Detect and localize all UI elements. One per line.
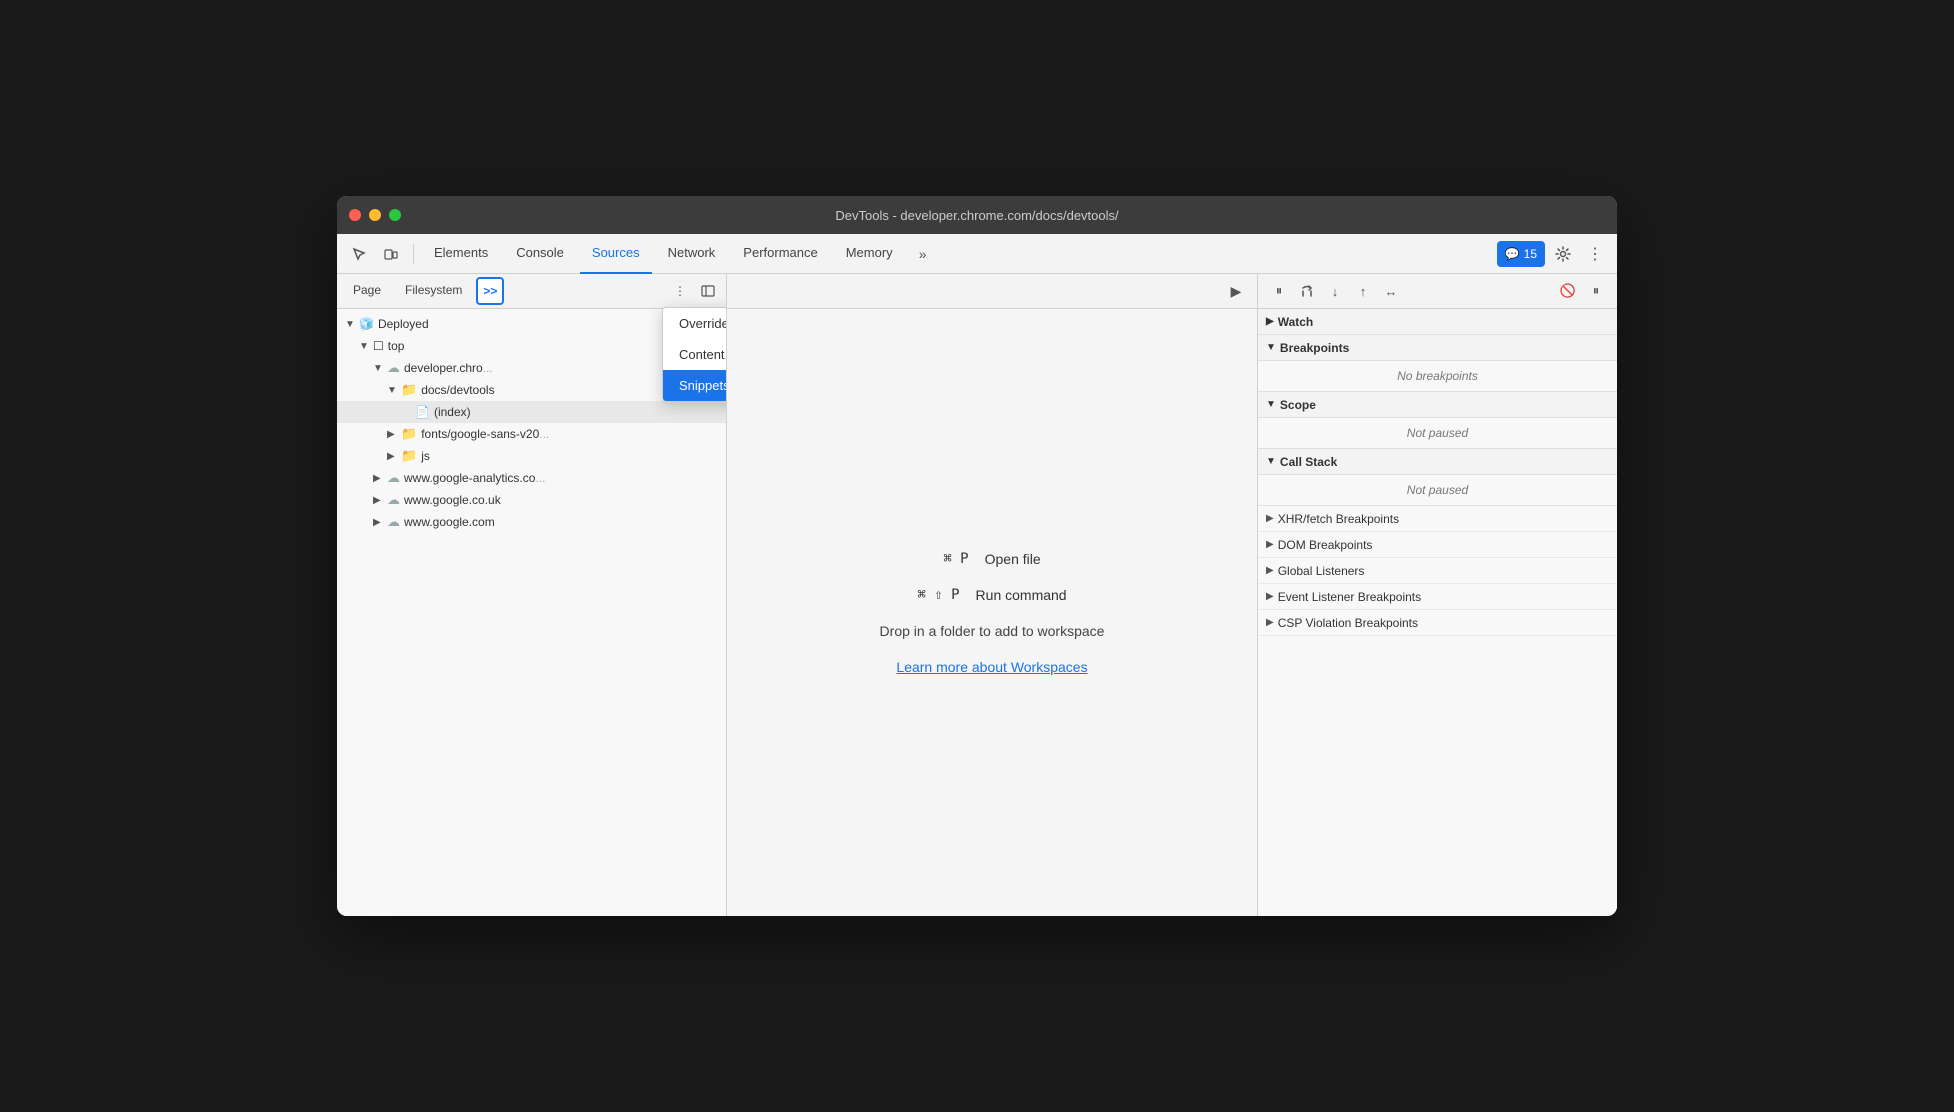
right-toolbar: ⏸ ↓ ↑ bbox=[1258, 274, 1617, 309]
sources-tabs: Page Filesystem >> Overrides Co bbox=[337, 274, 726, 309]
dropdown-item-snippets[interactable]: Snippets bbox=[663, 370, 727, 401]
center-content: ⌘ P Open file ⌘ ⇧ P Run command Drop in … bbox=[727, 309, 1257, 916]
shortcut-label-1: Open file bbox=[985, 551, 1041, 567]
section-header-call-stack[interactable]: ▼ Call Stack bbox=[1258, 449, 1617, 475]
toolbar-divider-1 bbox=[413, 244, 414, 264]
section-content-breakpoints: No breakpoints bbox=[1258, 361, 1617, 392]
cloud-icon-2: ☁ bbox=[387, 470, 400, 486]
tab-sources[interactable]: Sources bbox=[580, 234, 652, 274]
tree-item-js[interactable]: ▶ 📁 js bbox=[337, 445, 726, 467]
section-content-scope: Not paused bbox=[1258, 418, 1617, 449]
cube-icon: 🧊 bbox=[359, 317, 374, 331]
step-over-button[interactable] bbox=[1294, 278, 1320, 304]
section-item-global-listeners[interactable]: ▶ Global Listeners bbox=[1258, 558, 1617, 584]
tab-network[interactable]: Network bbox=[656, 234, 728, 274]
shortcut-run-command: ⌘ ⇧ P Run command bbox=[917, 587, 1066, 603]
pause-resume-button[interactable]: ⏸ bbox=[1266, 278, 1292, 304]
tab-performance[interactable]: Performance bbox=[731, 234, 829, 274]
right-panel: ⏸ ↓ ↑ bbox=[1257, 274, 1617, 916]
tab-console[interactable]: Console bbox=[504, 234, 576, 274]
source-more-button[interactable]: >> bbox=[476, 277, 504, 305]
tree-item-fonts[interactable]: ▶ 📁 fonts/google-sans-v20... bbox=[337, 423, 726, 445]
section-content-call-stack: Not paused bbox=[1258, 475, 1617, 506]
notification-icon: 💬 bbox=[1505, 247, 1520, 261]
customize-button[interactable]: ⋮ bbox=[1581, 240, 1609, 268]
notification-button[interactable]: 💬 15 bbox=[1497, 241, 1545, 267]
source-tab-page[interactable]: Page bbox=[343, 274, 391, 309]
inspect-element-button[interactable] bbox=[345, 240, 373, 268]
center-panel: ▶ ⌘ P Open file ⌘ ⇧ P Run command Drop i… bbox=[727, 274, 1257, 916]
shortcut-label-2: Run command bbox=[976, 587, 1067, 603]
section-item-csp-violation[interactable]: ▶ CSP Violation Breakpoints bbox=[1258, 610, 1617, 636]
workspace-link[interactable]: Learn more about Workspaces bbox=[896, 659, 1087, 675]
left-panel: Page Filesystem >> Overrides Co bbox=[337, 274, 727, 916]
section-item-dom-breakpoints[interactable]: ▶ DOM Breakpoints bbox=[1258, 532, 1617, 558]
deactivate-breakpoints-button[interactable]: 🚫 bbox=[1555, 278, 1581, 304]
settings-button[interactable] bbox=[1549, 240, 1577, 268]
section-header-scope[interactable]: ▼ Scope bbox=[1258, 392, 1617, 418]
shortcut-key-1: ⌘ P bbox=[943, 551, 968, 567]
section-item-event-listener[interactable]: ▶ Event Listener Breakpoints bbox=[1258, 584, 1617, 610]
tree-item-google-analytics[interactable]: ▶ ☁ www.google-analytics.co... bbox=[337, 467, 726, 489]
tree-item-google-co-uk[interactable]: ▶ ☁ www.google.co.uk bbox=[337, 489, 726, 511]
sync-button[interactable]: ⋮ bbox=[668, 279, 692, 303]
maximize-button[interactable] bbox=[389, 209, 401, 221]
sources-tabs-icons: ⋮ bbox=[668, 279, 720, 303]
tab-elements[interactable]: Elements bbox=[422, 234, 500, 274]
folder-icon-1: 📁 bbox=[401, 382, 417, 398]
tree-item-index[interactable]: 📄 (index) bbox=[337, 401, 726, 423]
section-header-breakpoints[interactable]: ▼ Breakpoints bbox=[1258, 335, 1617, 361]
folder-icon-2: 📁 bbox=[401, 426, 417, 442]
traffic-lights bbox=[349, 209, 401, 221]
cloud-icon-3: ☁ bbox=[387, 492, 400, 508]
top-toolbar-right: 💬 15 ⋮ bbox=[1497, 240, 1609, 268]
drop-text: Drop in a folder to add to workspace bbox=[880, 623, 1105, 639]
dropdown-item-content-scripts[interactable]: Content scripts bbox=[663, 339, 727, 370]
center-toolbar: ▶ bbox=[727, 274, 1257, 309]
main-content: Page Filesystem >> Overrides Co bbox=[337, 274, 1617, 916]
more-tabs-button[interactable]: » bbox=[909, 240, 937, 268]
section-header-watch[interactable]: ▶ Watch bbox=[1258, 309, 1617, 335]
step-button[interactable]: ↔ bbox=[1378, 278, 1404, 304]
hide-navigator-button[interactable] bbox=[696, 279, 720, 303]
device-toolbar-button[interactable] bbox=[377, 240, 405, 268]
cloud-icon-4: ☁ bbox=[387, 514, 400, 530]
tab-memory[interactable]: Memory bbox=[834, 234, 905, 274]
dont-pause-exceptions-button[interactable]: ⏸ bbox=[1583, 278, 1609, 304]
square-icon: ☐ bbox=[373, 339, 384, 353]
folder-icon-3: 📁 bbox=[401, 448, 417, 464]
file-icon-1: 📄 bbox=[415, 405, 430, 419]
devtools-body: Elements Console Sources Network Perform… bbox=[337, 234, 1617, 916]
tree-item-google-com[interactable]: ▶ ☁ www.google.com bbox=[337, 511, 726, 533]
section-item-xhr-fetch[interactable]: ▶ XHR/fetch Breakpoints bbox=[1258, 506, 1617, 532]
window-title: DevTools - developer.chrome.com/docs/dev… bbox=[835, 208, 1118, 223]
shortcut-key-2: ⌘ ⇧ P bbox=[917, 587, 959, 603]
dropdown-menu: Overrides Content scripts Snippets bbox=[662, 307, 727, 402]
devtools-window: DevTools - developer.chrome.com/docs/dev… bbox=[337, 196, 1617, 916]
minimize-button[interactable] bbox=[369, 209, 381, 221]
dropdown-item-overrides[interactable]: Overrides bbox=[663, 308, 727, 339]
right-panel-content: ▶ Watch ▼ Breakpoints No breakpoints ▼ bbox=[1258, 309, 1617, 916]
step-into-button[interactable]: ↓ bbox=[1322, 278, 1348, 304]
shortcut-open-file: ⌘ P Open file bbox=[943, 551, 1040, 567]
cloud-icon-1: ☁ bbox=[387, 360, 400, 376]
close-button[interactable] bbox=[349, 209, 361, 221]
title-bar: DevTools - developer.chrome.com/docs/dev… bbox=[337, 196, 1617, 234]
step-out-button[interactable]: ↑ bbox=[1350, 278, 1376, 304]
resume-script-button[interactable]: ▶ bbox=[1223, 278, 1249, 304]
notification-count: 15 bbox=[1524, 247, 1537, 261]
top-toolbar: Elements Console Sources Network Perform… bbox=[337, 234, 1617, 274]
source-tab-filesystem[interactable]: Filesystem bbox=[395, 274, 472, 309]
